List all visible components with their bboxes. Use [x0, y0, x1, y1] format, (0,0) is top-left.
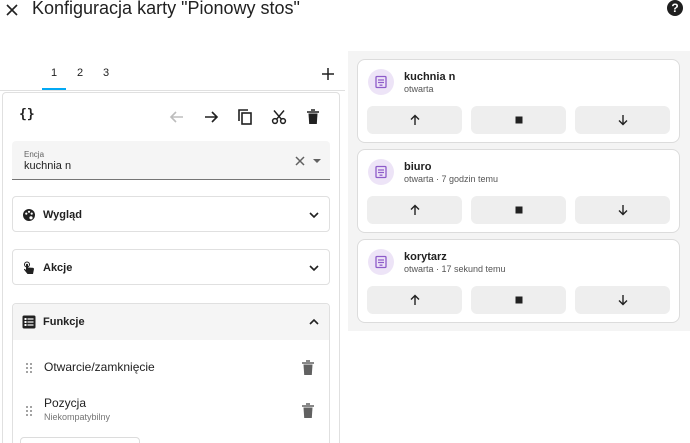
- tile-name: kuchnia n: [404, 71, 456, 83]
- window-shutter-icon: [368, 159, 394, 185]
- actions-section-label: Akcje: [43, 262, 73, 274]
- list-box-icon: [21, 314, 37, 330]
- stop-icon: [515, 296, 522, 304]
- feature-row: Otwarcie/zamknięcie: [12, 348, 330, 388]
- arrow-left-icon: [169, 111, 183, 123]
- help-icon: ?: [671, 1, 679, 15]
- chevron-down-icon: [309, 212, 319, 219]
- tile-name: biuro: [404, 161, 432, 173]
- tile-state: otwarta: [404, 84, 434, 94]
- trash-icon: [302, 360, 314, 375]
- arrow-up-icon: [410, 294, 419, 305]
- chevron-down-icon: [309, 265, 319, 272]
- arrow-down-icon: [618, 115, 627, 126]
- delete-feature-button[interactable]: [301, 360, 315, 376]
- cover-tile[interactable]: kuchnia n otwarta: [357, 59, 680, 143]
- arrow-right-icon: [205, 111, 219, 123]
- copy-icon: [238, 109, 252, 125]
- close-icon: [6, 4, 18, 16]
- gesture-tap-icon: [21, 260, 37, 276]
- stop-cover-button[interactable]: [471, 196, 566, 224]
- feature-subtitle: Niekompatybilny: [44, 412, 111, 422]
- move-left-button[interactable]: [167, 107, 187, 127]
- feature-name: Pozycja: [44, 396, 87, 410]
- appearance-section-label: Wygląd: [43, 209, 82, 221]
- delete-feature-button[interactable]: [301, 403, 315, 419]
- actions-section[interactable]: Akcje: [12, 249, 330, 285]
- cover-tile[interactable]: biuro otwarta · 7 godzin temu: [357, 149, 680, 233]
- tab-2[interactable]: 2: [68, 64, 92, 90]
- arrow-down-icon: [618, 205, 627, 216]
- arrow-up-icon: [410, 114, 419, 125]
- entity-picker[interactable]: Encja kuchnia n: [12, 141, 330, 180]
- stop-cover-button[interactable]: [471, 106, 566, 134]
- clear-entity-button[interactable]: [295, 156, 307, 168]
- code-editor-toggle[interactable]: {}: [19, 107, 35, 122]
- tile-name: korytarz: [404, 251, 447, 263]
- stop-cover-button[interactable]: [471, 286, 566, 314]
- open-cover-button[interactable]: [367, 196, 462, 224]
- chevron-up-icon: [309, 318, 319, 325]
- help-button[interactable]: ?: [667, 0, 683, 16]
- stop-icon: [515, 116, 522, 124]
- entity-dropdown-button[interactable]: [312, 158, 322, 166]
- window-shutter-icon: [368, 249, 394, 275]
- add-card-button[interactable]: [320, 66, 336, 82]
- feature-name: Otwarcie/zamknięcie: [44, 360, 155, 374]
- code-braces-icon: {}: [19, 107, 35, 122]
- close-cover-button[interactable]: [575, 286, 670, 314]
- add-feature-button[interactable]: [20, 437, 140, 443]
- clear-icon: [295, 156, 305, 166]
- appearance-section[interactable]: Wygląd: [12, 196, 330, 232]
- arrow-up-icon: [410, 204, 419, 215]
- close-cover-button[interactable]: [575, 106, 670, 134]
- trash-icon: [302, 403, 314, 418]
- entity-value: kuchnia n: [24, 160, 72, 172]
- entity-label: Encja: [24, 150, 45, 159]
- copy-button[interactable]: [235, 107, 255, 127]
- trash-icon: [307, 109, 319, 124]
- open-cover-button[interactable]: [367, 286, 462, 314]
- caret-down-icon: [313, 159, 321, 163]
- delete-card-button[interactable]: [303, 107, 323, 127]
- tabs-divider: [0, 90, 345, 91]
- plus-icon: [322, 68, 334, 80]
- move-right-button[interactable]: [201, 107, 221, 127]
- dialog-title: Konfiguracja karty "Pionowy stos": [32, 0, 300, 18]
- tab-3[interactable]: 3: [94, 64, 118, 90]
- arrow-down-icon: [618, 295, 627, 306]
- cut-button[interactable]: [269, 107, 289, 127]
- palette-icon: [21, 207, 37, 223]
- drag-handle-icon[interactable]: [24, 362, 34, 374]
- open-cover-button[interactable]: [367, 106, 462, 134]
- tile-state: otwarta · 7 godzin temu: [404, 174, 499, 184]
- feature-row: Pozycja Niekompatybilny: [12, 390, 330, 430]
- close-cover-button[interactable]: [575, 196, 670, 224]
- window-shutter-icon: [368, 69, 394, 95]
- stop-icon: [515, 206, 522, 214]
- drag-handle-icon[interactable]: [24, 405, 34, 417]
- close-button[interactable]: [2, 0, 22, 20]
- scissors-icon: [271, 110, 287, 125]
- features-section-label: Funkcje: [43, 316, 85, 328]
- cover-tile[interactable]: korytarz otwarta · 17 sekund temu: [357, 239, 680, 323]
- tile-state: otwarta · 17 sekund temu: [404, 264, 506, 274]
- tab-1[interactable]: 1: [42, 64, 66, 90]
- features-section-header[interactable]: Funkcje: [13, 304, 329, 340]
